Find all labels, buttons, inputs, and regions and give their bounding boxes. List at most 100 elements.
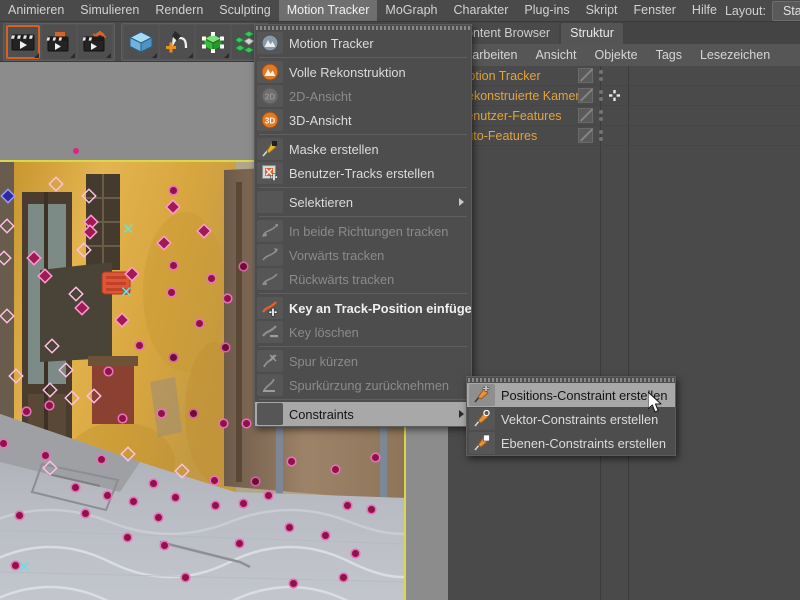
menu-motion-tracker[interactable]: Motion Tracker: [279, 0, 378, 21]
object-row-motion-tracker[interactable]: Motion Tracker: [448, 66, 800, 86]
menu-item-label: Constraints: [289, 407, 354, 422]
object-row-reconstructed-camera[interactable]: Rekonstruierte Kamera: [448, 86, 800, 106]
submenu-item-positions-constraint[interactable]: Positions-Constraint erstellen: [467, 383, 675, 407]
pen-spline-icon: [164, 30, 190, 54]
tracker-marker: [322, 532, 329, 539]
visibility-toggle-icon[interactable]: [578, 108, 593, 123]
menu-item-spur-kuerzen[interactable]: Spur kürzen: [255, 349, 471, 373]
visibility-dots-icon[interactable]: [599, 129, 603, 143]
cube-primitive-button[interactable]: [124, 25, 158, 59]
render-tool-group: [3, 23, 115, 61]
camera-tag-icon[interactable]: [609, 90, 620, 101]
layout-select[interactable]: Start: [772, 1, 800, 21]
main-menu-bar: Animieren Simulieren Rendern Sculpting M…: [0, 0, 800, 22]
om-menu-tags[interactable]: Tags: [647, 46, 691, 64]
tracker-marker: [119, 415, 126, 422]
tracker-marker: [82, 510, 89, 517]
visibility-dots-icon[interactable]: [599, 109, 603, 123]
menu-item-benutzer-tracks-erstellen[interactable]: Benutzer-Tracks erstellen: [255, 161, 471, 185]
visibility-dots-icon[interactable]: [599, 69, 603, 83]
menu-item-volle-rekonstruktion[interactable]: Volle Rekonstruktion: [255, 60, 471, 84]
menu-item-key-an-track-position-einfuegen[interactable]: Key an Track-Position einfügen: [255, 296, 471, 320]
visibility-toggle-icon[interactable]: [578, 68, 593, 83]
menu-separator: [259, 134, 467, 135]
menu-item-constraints[interactable]: Constraints: [255, 402, 471, 426]
menu-charakter[interactable]: Charakter: [446, 0, 517, 21]
object-row-icons: [578, 86, 620, 105]
menu-separator: [259, 57, 467, 58]
tracker-marker: [222, 344, 229, 351]
tracker-marker: [170, 262, 177, 269]
tab-struktur[interactable]: Struktur: [561, 23, 623, 44]
tracker-marker: [182, 574, 189, 581]
select-icon: [257, 191, 283, 213]
tracker-marker: [46, 402, 53, 409]
nurbs-generator-button[interactable]: [196, 25, 230, 59]
menu-rendern[interactable]: Rendern: [147, 0, 211, 21]
submenu-item-ebenen-constraints[interactable]: Ebenen-Constraints erstellen: [467, 431, 675, 455]
menu-item-rueckwaerts-tracken[interactable]: Rückwärts tracken: [255, 267, 471, 291]
menu-item-motion-tracker[interactable]: Motion Tracker: [255, 31, 471, 55]
menu-item-label: 3D-Ansicht: [289, 113, 352, 128]
menu-item-vorwaerts-tracken[interactable]: Vorwärts tracken: [255, 243, 471, 267]
clapboard-picture-icon: [46, 31, 72, 53]
visibility-dots-icon[interactable]: [599, 89, 603, 103]
menu-item-maske-erstellen[interactable]: Maske erstellen: [255, 137, 471, 161]
visibility-toggle-icon[interactable]: [578, 128, 593, 143]
om-menu-objekte[interactable]: Objekte: [585, 46, 646, 64]
menu-item-key-loeschen[interactable]: Key löschen: [255, 320, 471, 344]
menu-item-label: Volle Rekonstruktion: [289, 65, 406, 80]
submenu-tear-off-grip[interactable]: [468, 378, 674, 382]
tracker-marker: [190, 410, 197, 417]
menu-plugins[interactable]: Plug-ins: [516, 0, 577, 21]
submenu-item-vektor-constraints[interactable]: Vektor-Constraints erstellen: [467, 407, 675, 431]
object-list[interactable]: Motion Tracker Rekonstruierte Kamera: [448, 66, 800, 600]
vector-constraint-icon: [469, 408, 495, 430]
menu-item-label: Benutzer-Tracks erstellen: [289, 166, 434, 181]
tracker-marker: [72, 484, 79, 491]
button-corner-indicator: [70, 53, 75, 58]
move-gizmo-icon: [609, 90, 620, 101]
menu-sculpting[interactable]: Sculpting: [211, 0, 278, 21]
menu-item-3d-ansicht[interactable]: 3D 3D-Ansicht: [255, 108, 471, 132]
menu-item-in-beide-richtungen-tracken[interactable]: In beide Richtungen tracken: [255, 219, 471, 243]
motion-tracker-dropdown-menu[interactable]: Motion Tracker Volle Rekonstruktion 2D 2…: [254, 24, 472, 427]
menu-simulieren[interactable]: Simulieren: [72, 0, 147, 21]
constraints-icon: [257, 403, 283, 425]
menu-mograph[interactable]: MoGraph: [377, 0, 445, 21]
cursor-arrow-icon: [648, 392, 664, 415]
menu-tear-off-grip[interactable]: [256, 26, 470, 30]
visibility-toggle-icon[interactable]: [578, 88, 593, 103]
object-row-auto-features[interactable]: Auto-Features: [448, 126, 800, 146]
constraints-submenu[interactable]: Positions-Constraint erstellen Vektor-Co…: [466, 376, 676, 456]
menu-hilfe[interactable]: Hilfe: [684, 0, 725, 21]
button-corner-indicator: [106, 53, 111, 58]
menu-separator: [259, 187, 467, 188]
om-menu-lesezeichen[interactable]: Lesezeichen: [691, 46, 779, 64]
submenu-item-label: Vektor-Constraints erstellen: [501, 412, 658, 427]
tracker-marker: [170, 354, 177, 361]
om-menu-ansicht[interactable]: Ansicht: [526, 46, 585, 64]
menu-fenster[interactable]: Fenster: [626, 0, 684, 21]
submenu-item-label: Ebenen-Constraints erstellen: [501, 436, 666, 451]
tracker-marker: [136, 342, 143, 349]
render-view-button[interactable]: [6, 25, 40, 59]
delete-key-icon: [257, 321, 283, 343]
object-row-user-features[interactable]: Benutzer-Features: [448, 106, 800, 126]
menu-item-spurkuerzung-zuruecknehmen[interactable]: Spurkürzung zurücknehmen: [255, 373, 471, 397]
render-to-picture-viewer-button[interactable]: [42, 25, 76, 59]
tracker-marker: [252, 478, 259, 485]
render-settings-button[interactable]: [78, 25, 112, 59]
menu-item-2d-ansicht[interactable]: 2D 2D-Ansicht: [255, 84, 471, 108]
object-manager-panel: Content Browser Struktur Bearbeiten Ansi…: [448, 22, 800, 600]
full-reconstruction-icon: [257, 61, 283, 83]
menu-item-selektieren[interactable]: Selektieren: [255, 190, 471, 214]
menu-item-label: Maske erstellen: [289, 142, 379, 157]
clapboard-icon: [10, 31, 36, 53]
tracker-marker: [124, 534, 131, 541]
menu-animieren[interactable]: Animieren: [0, 0, 72, 21]
tracker-marker: [368, 506, 375, 513]
object-manager-menu: Bearbeiten Ansicht Objekte Tags Lesezeic…: [448, 44, 800, 67]
menu-skript[interactable]: Skript: [578, 0, 626, 21]
spline-pen-button[interactable]: [160, 25, 194, 59]
